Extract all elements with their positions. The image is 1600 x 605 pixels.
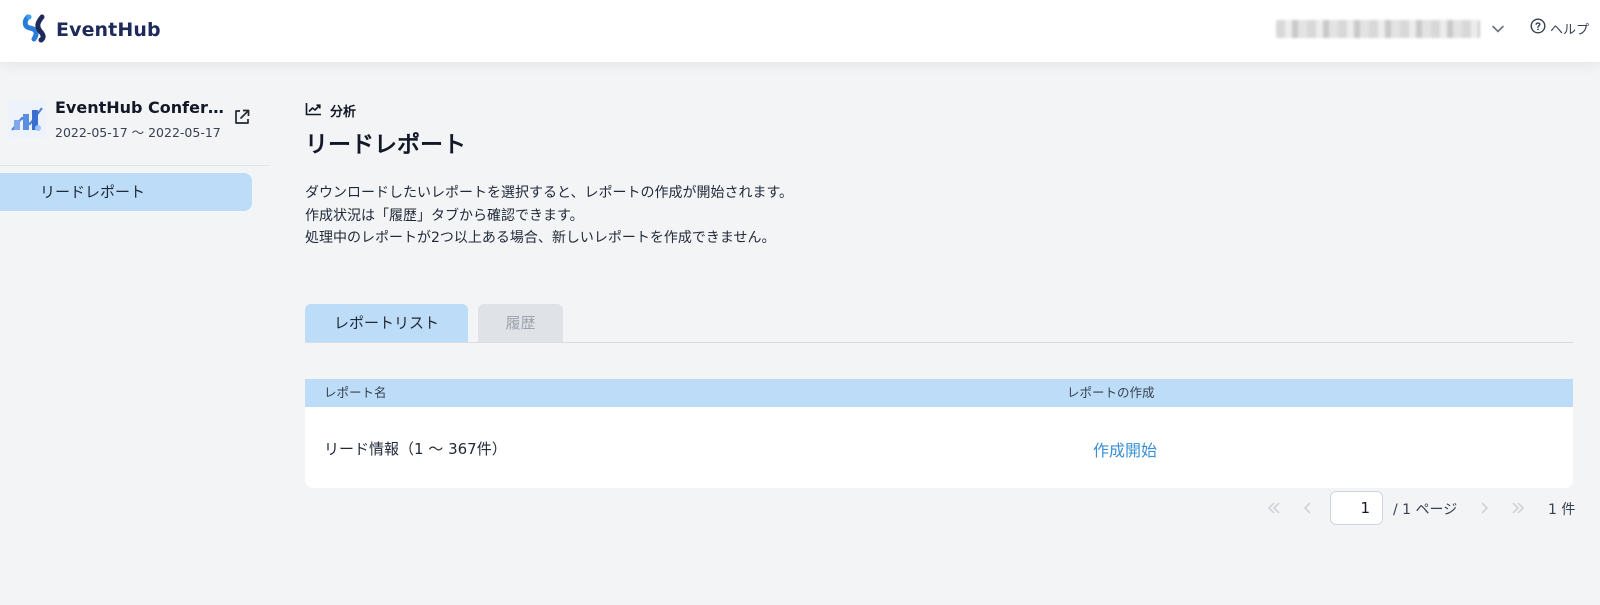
tab-history[interactable]: 履歴: [478, 304, 563, 342]
question-circle-icon: [1530, 18, 1546, 38]
event-name: EventHub Conference 2022: [55, 98, 230, 117]
description-line: ダウンロードしたいレポートを選択すると、レポートの作成が開始されます。: [305, 185, 794, 201]
start-create-button[interactable]: 作成開始: [1093, 437, 1157, 461]
app-logo[interactable]: EventHub: [22, 13, 161, 47]
tab-report-list[interactable]: レポートリスト: [305, 304, 468, 342]
user-account-name[interactable]: [1276, 20, 1480, 38]
external-link-icon[interactable]: [233, 108, 251, 130]
report-name-cell: リード情報（1 〜 367件）: [324, 440, 507, 458]
sidebar: EventHub Conference 2022 2022-05-17 〜 20…: [0, 62, 270, 605]
table-header: レポート名 レポートの作成: [305, 379, 1573, 407]
breadcrumb-label: 分析: [330, 105, 357, 120]
breadcrumb: 分析: [305, 101, 356, 120]
description-line: 作成状況は「履歴」タブから確認できます。: [305, 207, 584, 224]
sidebar-divider: [0, 165, 270, 166]
report-table: レポート名 レポートの作成 リード情報（1 〜 367件） 作成開始: [305, 379, 1573, 488]
sidebar-item-lead-report[interactable]: リードレポート: [0, 173, 252, 211]
page-number-input[interactable]: [1330, 491, 1383, 525]
pagination: / 1 ページ 1 件: [1258, 491, 1578, 525]
eventhub-logo-icon: [22, 13, 50, 47]
last-page-icon[interactable]: [1510, 500, 1526, 520]
column-header-create-report: レポートの作成: [1067, 385, 1155, 400]
top-header: EventHub ヘルプ: [0, 0, 1600, 62]
total-pages-label: / 1 ページ: [1393, 502, 1458, 518]
next-page-icon[interactable]: [1476, 500, 1492, 520]
result-count: 1 件: [1548, 502, 1576, 518]
tabs-divider: [305, 342, 1573, 343]
app-name: EventHub: [56, 19, 161, 41]
event-thumbnail: [8, 100, 46, 138]
column-header-report-name: レポート名: [324, 385, 387, 400]
help-link[interactable]: ヘルプ: [1530, 18, 1589, 38]
event-dates: 2022-05-17 〜 2022-05-17: [55, 125, 221, 140]
page-description: ダウンロードしたいレポートを選択すると、レポートの作成が開始されます。 作成状況…: [305, 182, 793, 250]
help-label: ヘルプ: [1550, 22, 1590, 38]
page-title: リードレポート: [305, 132, 466, 158]
prev-page-icon[interactable]: [1300, 500, 1316, 520]
chart-line-icon: [305, 102, 322, 120]
chevron-down-icon[interactable]: [1491, 21, 1505, 40]
first-page-icon[interactable]: [1266, 500, 1282, 520]
description-line: 処理中のレポートが2つ以上ある場合、新しいレポートを作成できません。: [305, 230, 776, 246]
